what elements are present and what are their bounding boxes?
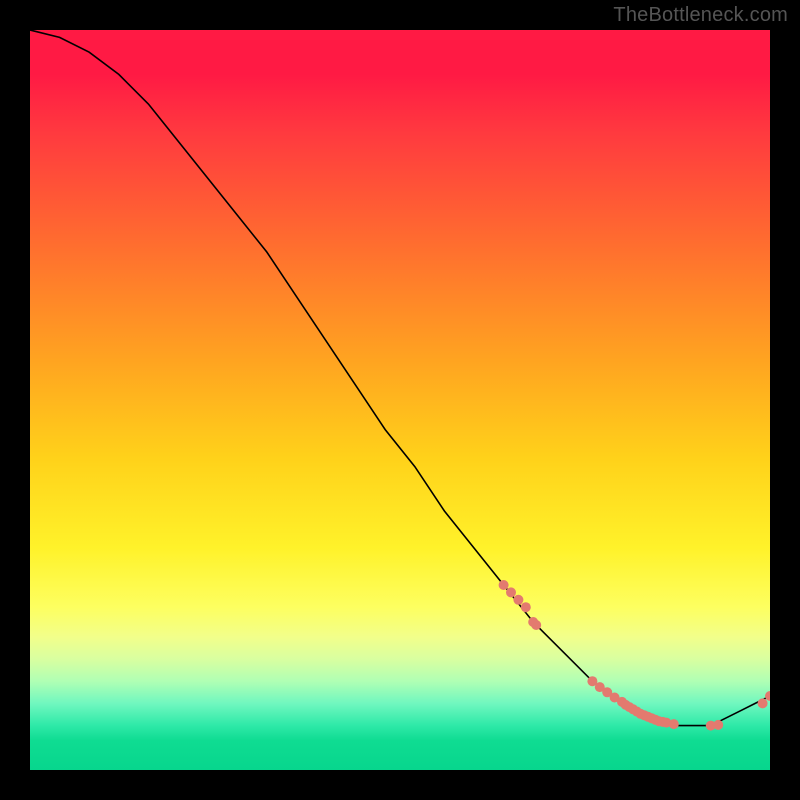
chart-svg bbox=[30, 30, 770, 770]
plot-area bbox=[30, 30, 770, 770]
chart-marker-dot bbox=[506, 587, 516, 597]
chart-marker-dot bbox=[531, 620, 541, 630]
chart-marker-dot bbox=[758, 698, 768, 708]
chart-marker-dot bbox=[765, 691, 770, 701]
chart-marker-dot bbox=[513, 595, 523, 605]
chart-marker-dot bbox=[521, 602, 531, 612]
watermark-text: TheBottleneck.com bbox=[613, 4, 788, 27]
chart-markers bbox=[499, 580, 770, 731]
chart-curve bbox=[30, 30, 770, 726]
chart-marker-dot bbox=[713, 720, 723, 730]
chart-marker-dot bbox=[669, 719, 679, 729]
chart-marker-dot bbox=[499, 580, 509, 590]
